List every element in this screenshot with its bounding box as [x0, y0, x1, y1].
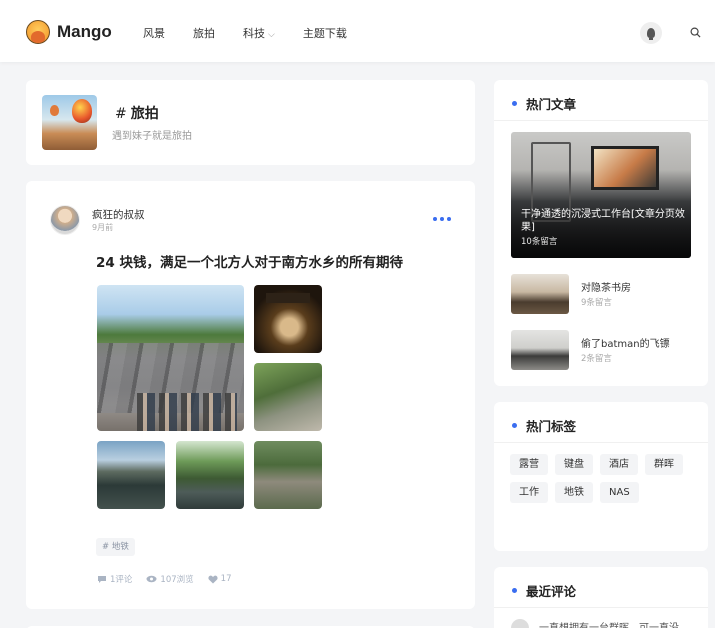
photo-people-detail [137, 393, 237, 431]
post-photo-6[interactable] [254, 441, 322, 509]
like-count[interactable]: 17 [208, 573, 232, 585]
nav-item-travel-photo[interactable]: 旅拍 [193, 25, 215, 41]
more-options-button[interactable] [433, 217, 451, 221]
tag-list: 露营 键盘 酒店 群晖 工作 地铁 NAS [510, 454, 700, 510]
bullet-dot-icon [512, 423, 517, 428]
more-dot-icon [447, 217, 451, 221]
top-header: Mango 风景 旅拍 科技 ⌵ 主题下载 [0, 0, 715, 62]
widget-title: 热门文章 [512, 94, 576, 113]
post-photo-2[interactable] [254, 285, 322, 353]
divider [494, 442, 708, 443]
widget-title: 热门标签 [512, 416, 576, 435]
view-count-text: 107浏览 [160, 575, 194, 585]
post-time: 9月前 [92, 223, 114, 232]
comment-text: 一直想拥有一台群晖，可一直没 [539, 619, 679, 628]
author-avatar[interactable] [50, 205, 80, 235]
heart-icon [208, 575, 218, 583]
featured-article-comments: 10条留言 [521, 237, 558, 247]
hot-article-thumbnail [511, 274, 569, 314]
nav-item-scenery[interactable]: 风景 [143, 25, 165, 41]
bullet-dot-icon [512, 101, 517, 106]
tag-chip[interactable]: 群晖 [645, 454, 683, 475]
widget-title-text: 热门标签 [526, 419, 577, 434]
more-dot-icon [440, 217, 444, 221]
widget-title: 最近评论 [512, 581, 576, 600]
commenter-avatar [511, 619, 529, 628]
nav-item-theme-download[interactable]: 主题下载 [303, 25, 347, 41]
photo-sign-detail [266, 293, 310, 303]
chevron-down-icon: ⌵ [268, 30, 275, 40]
post-photo-5[interactable] [176, 441, 244, 509]
post-photo-3[interactable] [254, 363, 322, 431]
lightbulb-icon [647, 28, 655, 40]
hot-article-comments: 2条留言 [581, 354, 612, 364]
featured-image-monitor [591, 146, 659, 190]
hot-tags-widget: 热门标签 露营 键盘 酒店 群晖 工作 地铁 NAS [494, 402, 708, 551]
featured-article[interactable]: 干净通透的沉浸式工作台[文章分页效果] 10条留言 [511, 132, 691, 258]
brand-name[interactable]: Mango [57, 22, 112, 42]
post-tag[interactable]: # 地铁 [96, 538, 135, 556]
post-photo-1[interactable] [97, 285, 244, 431]
author-name[interactable]: 疯狂的叔叔 [92, 207, 145, 222]
featured-article-title: 干净通透的沉浸式工作台[文章分页效果] [521, 209, 685, 233]
hot-article-thumbnail [511, 330, 569, 370]
category-thumbnail [42, 95, 97, 150]
theme-toggle-button[interactable] [640, 22, 662, 44]
hot-article-item[interactable]: 对隐茶书房 9条留言 [511, 274, 691, 314]
tag-chip[interactable]: 工作 [510, 482, 548, 503]
more-dot-icon [433, 217, 437, 221]
tag-chip[interactable]: 地铁 [555, 482, 593, 503]
post-card: 疯狂的叔叔 9月前 24 块钱，满足一个北方人对于南方水乡的所有期待 # 地铁 … [26, 181, 475, 609]
balloon-image [72, 99, 92, 123]
hot-article-comments: 9条留言 [581, 298, 612, 308]
widget-title-text: 最近评论 [526, 584, 577, 599]
bullet-dot-icon [512, 588, 517, 593]
divider [494, 120, 708, 121]
tag-chip[interactable]: 键盘 [555, 454, 593, 475]
post-stats: 1评论 107浏览 17 [97, 573, 245, 585]
nav-item-tech[interactable]: 科技 ⌵ [243, 25, 275, 41]
tag-chip[interactable]: NAS [600, 482, 639, 503]
tag-chip[interactable]: 酒店 [600, 454, 638, 475]
category-title: # 旅拍 [115, 103, 159, 123]
mango-logo[interactable] [26, 20, 50, 44]
post-title[interactable]: 24 块钱，满足一个北方人对于南方水乡的所有期待 [96, 251, 403, 271]
hot-article-title: 对隐茶书房 [581, 283, 631, 294]
category-subtitle: 遇到妹子就是旅拍 [112, 131, 192, 142]
like-count-text: 17 [220, 574, 232, 584]
widget-title-text: 热门文章 [526, 97, 577, 112]
post-photo-4[interactable] [97, 441, 165, 509]
hot-article-item[interactable]: 偷了batman的飞镖 2条留言 [511, 330, 691, 370]
category-title-text: 旅拍 [130, 106, 159, 122]
hot-articles-widget: 热门文章 干净通透的沉浸式工作台[文章分页效果] 10条留言 对隐茶书房 9条留… [494, 80, 708, 386]
tag-chip[interactable]: 露营 [510, 454, 548, 475]
hash-symbol: # [115, 106, 127, 122]
comment-icon [98, 575, 106, 583]
search-icon[interactable] [690, 27, 701, 38]
main-nav: 风景 旅拍 科技 ⌵ 主题下载 [143, 25, 375, 41]
recent-comments-widget: 最近评论 一直想拥有一台群晖，可一直没 [494, 567, 708, 628]
comment-count[interactable]: 1评论 [97, 573, 132, 585]
balloon-image [50, 105, 59, 116]
comment-count-text: 1评论 [110, 575, 133, 585]
comment-item[interactable]: 一直想拥有一台群晖，可一直没 [511, 619, 701, 628]
hot-article-title: 偷了batman的飞镖 [581, 339, 670, 350]
nav-item-tech-label: 科技 [243, 27, 265, 40]
eye-icon [146, 575, 157, 583]
category-header-card: # 旅拍 遇到妹子就是旅拍 [26, 80, 475, 165]
divider [494, 607, 708, 608]
view-count: 107浏览 [146, 573, 194, 585]
